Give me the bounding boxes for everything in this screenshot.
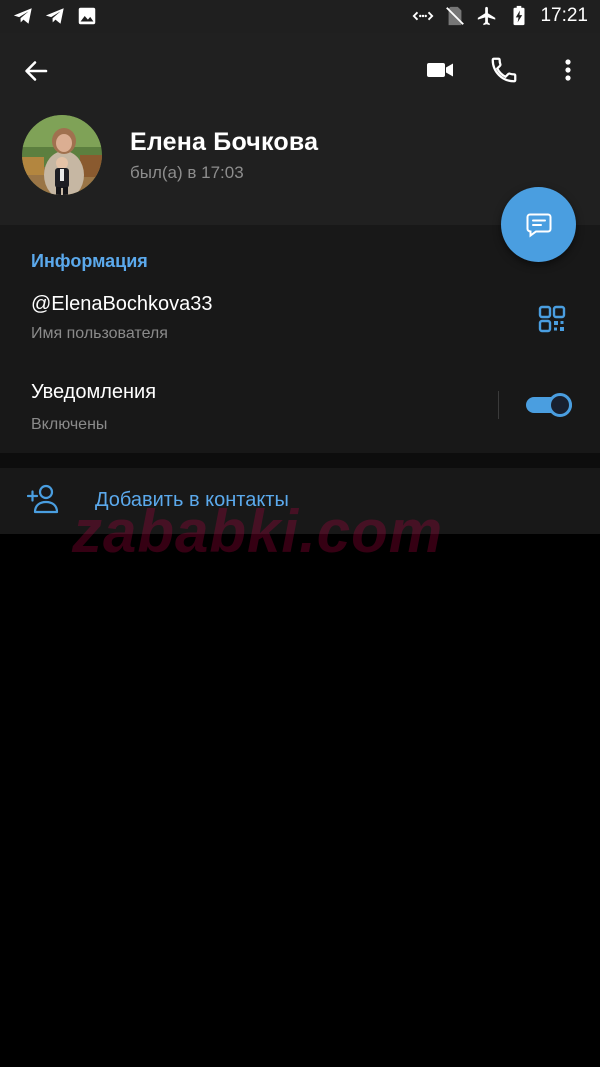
last-seen-status: был(а) в 17:03 xyxy=(130,163,244,182)
video-call-button[interactable] xyxy=(423,53,457,87)
status-bar: 17:21 xyxy=(0,0,600,33)
watermark: zababki.com xyxy=(72,498,444,565)
status-left-icons xyxy=(12,5,98,27)
username-value[interactable]: @ElenaBochkova33 xyxy=(31,293,213,316)
contact-name: Елена Бочкова xyxy=(130,128,319,156)
qr-code-icon[interactable] xyxy=(537,304,567,334)
battery-charging-icon xyxy=(513,5,525,26)
phone-icon xyxy=(491,57,517,83)
more-options-button[interactable] xyxy=(551,53,585,87)
telegram-icon xyxy=(45,8,64,24)
info-section: Информация @ElenaBochkova33 Имя пользова… xyxy=(0,225,600,453)
toggle-thumb xyxy=(548,393,572,417)
airplane-mode-icon xyxy=(478,6,496,26)
status-time: 17:21 xyxy=(540,5,588,26)
back-arrow-icon[interactable] xyxy=(20,55,52,87)
status-right-icons: 17:21 xyxy=(412,5,588,27)
message-icon xyxy=(526,213,551,237)
video-call-icon xyxy=(427,63,453,77)
no-sim-icon xyxy=(446,6,465,26)
notifications-status: Включены xyxy=(31,416,108,433)
add-user-icon xyxy=(27,484,59,514)
username-label: Имя пользователя xyxy=(31,325,168,342)
more-vertical-icon xyxy=(565,59,571,81)
profile-header: Елена Бочкова был(а) в 17:03 xyxy=(0,33,600,225)
avatar-photo xyxy=(22,115,102,195)
image-icon xyxy=(78,7,96,25)
telegram-icon xyxy=(13,8,32,24)
notifications-title[interactable]: Уведомления xyxy=(31,381,156,404)
vertical-divider xyxy=(498,391,499,419)
section-gap xyxy=(0,453,600,468)
notifications-toggle[interactable] xyxy=(526,393,572,417)
info-section-title: Информация xyxy=(31,251,148,271)
phone-call-button[interactable] xyxy=(487,53,521,87)
data-saver-icon xyxy=(412,11,434,21)
avatar[interactable] xyxy=(22,115,102,195)
send-message-button[interactable] xyxy=(501,187,576,262)
